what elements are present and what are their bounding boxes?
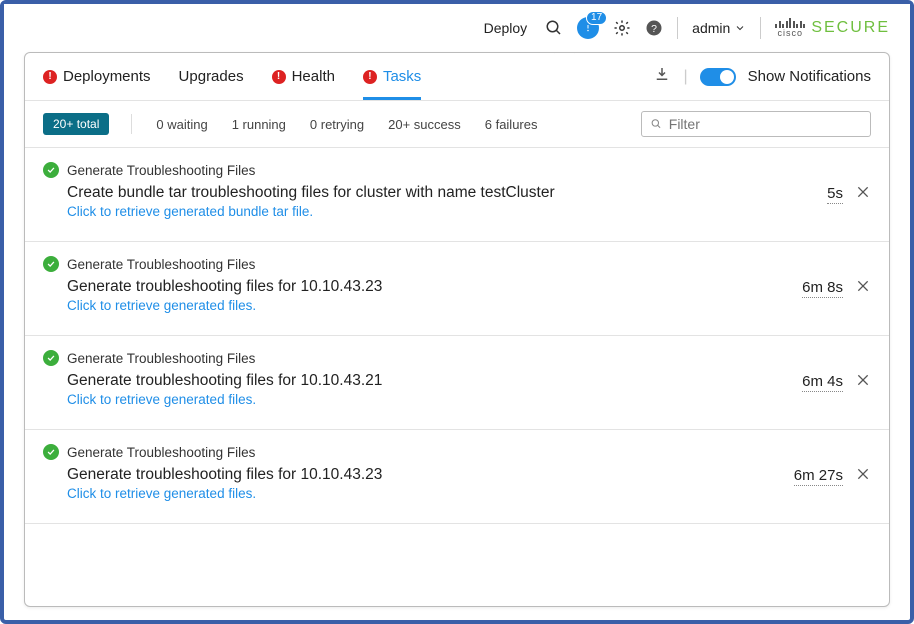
task-title: Generate Troubleshooting Files xyxy=(67,163,255,178)
gear-icon[interactable] xyxy=(613,19,631,37)
task-duration: 6m 4s xyxy=(802,373,843,392)
deploy-link[interactable]: Deploy xyxy=(484,20,528,36)
close-icon[interactable] xyxy=(855,184,871,205)
tab-label: Tasks xyxy=(383,68,421,85)
help-icon[interactable]: ? xyxy=(645,19,663,37)
task-item: Generate Troubleshooting Files Generate … xyxy=(25,430,889,524)
download-icon[interactable] xyxy=(653,65,671,88)
notifications-count: 17 xyxy=(586,11,607,25)
divider xyxy=(760,17,761,39)
divider: | xyxy=(683,68,687,86)
filter-box[interactable] xyxy=(641,111,871,137)
show-notifications-label: Show Notifications xyxy=(748,68,871,85)
close-icon[interactable] xyxy=(855,372,871,393)
count-success[interactable]: 20+ success xyxy=(388,117,461,132)
task-item: Generate Troubleshooting Files Generate … xyxy=(25,242,889,336)
user-name: admin xyxy=(692,20,730,36)
brand-logo: cisco SECURE xyxy=(775,18,890,38)
show-notifications-toggle[interactable] xyxy=(700,68,736,86)
alert-icon xyxy=(363,70,377,84)
svg-text:?: ? xyxy=(651,23,657,35)
tasks-panel: Deployments Upgrades Health Tasks | Show… xyxy=(24,52,890,607)
task-retrieve-link[interactable]: Click to retrieve generated files. xyxy=(67,392,802,407)
tab-health[interactable]: Health xyxy=(272,53,335,100)
task-title: Generate Troubleshooting Files xyxy=(67,351,255,366)
count-running[interactable]: 1 running xyxy=(232,117,286,132)
task-description: Generate troubleshooting files for 10.10… xyxy=(67,278,802,296)
count-failures[interactable]: 6 failures xyxy=(485,117,538,132)
task-duration: 6m 8s xyxy=(802,279,843,298)
count-retrying[interactable]: 0 retrying xyxy=(310,117,364,132)
tab-deployments[interactable]: Deployments xyxy=(43,53,151,100)
tab-label: Health xyxy=(292,68,335,85)
count-waiting[interactable]: 0 waiting xyxy=(156,117,207,132)
tab-label: Deployments xyxy=(63,68,151,85)
task-item: Generate Troubleshooting Files Create bu… xyxy=(25,148,889,242)
task-duration: 5s xyxy=(827,185,843,204)
task-title: Generate Troubleshooting Files xyxy=(67,445,255,460)
success-icon xyxy=(43,162,59,178)
search-icon xyxy=(650,117,663,131)
top-bar: Deploy 17 ? admin cisco SECURE xyxy=(4,4,910,52)
tab-bar: Deployments Upgrades Health Tasks | Show… xyxy=(25,53,889,101)
task-duration: 6m 27s xyxy=(794,467,843,486)
tab-upgrades[interactable]: Upgrades xyxy=(179,53,244,100)
divider xyxy=(131,114,132,134)
task-list: Generate Troubleshooting Files Create bu… xyxy=(25,148,889,601)
task-description: Generate troubleshooting files for 10.10… xyxy=(67,466,794,484)
count-bar: 20+ total 0 waiting 1 running 0 retrying… xyxy=(25,101,889,148)
success-icon xyxy=(43,444,59,460)
notifications-icon[interactable]: 17 xyxy=(577,17,599,39)
chevron-down-icon xyxy=(734,22,746,34)
task-description: Generate troubleshooting files for 10.10… xyxy=(67,372,802,390)
search-icon[interactable] xyxy=(545,19,563,37)
task-title: Generate Troubleshooting Files xyxy=(67,257,255,272)
tab-label: Upgrades xyxy=(179,68,244,85)
task-retrieve-link[interactable]: Click to retrieve generated bundle tar f… xyxy=(67,204,827,219)
filter-input[interactable] xyxy=(669,116,862,132)
divider xyxy=(677,17,678,39)
alert-icon xyxy=(272,70,286,84)
alert-icon xyxy=(43,70,57,84)
success-icon xyxy=(43,350,59,366)
task-retrieve-link[interactable]: Click to retrieve generated files. xyxy=(67,486,794,501)
task-item: Generate Troubleshooting Files Generate … xyxy=(25,336,889,430)
close-icon[interactable] xyxy=(855,466,871,487)
success-icon xyxy=(43,256,59,272)
task-retrieve-link[interactable]: Click to retrieve generated files. xyxy=(67,298,802,313)
tab-tasks[interactable]: Tasks xyxy=(363,53,421,100)
close-icon[interactable] xyxy=(855,278,871,299)
task-description: Create bundle tar troubleshooting files … xyxy=(67,184,827,202)
count-total[interactable]: 20+ total xyxy=(43,113,109,135)
user-menu[interactable]: admin xyxy=(692,20,746,36)
